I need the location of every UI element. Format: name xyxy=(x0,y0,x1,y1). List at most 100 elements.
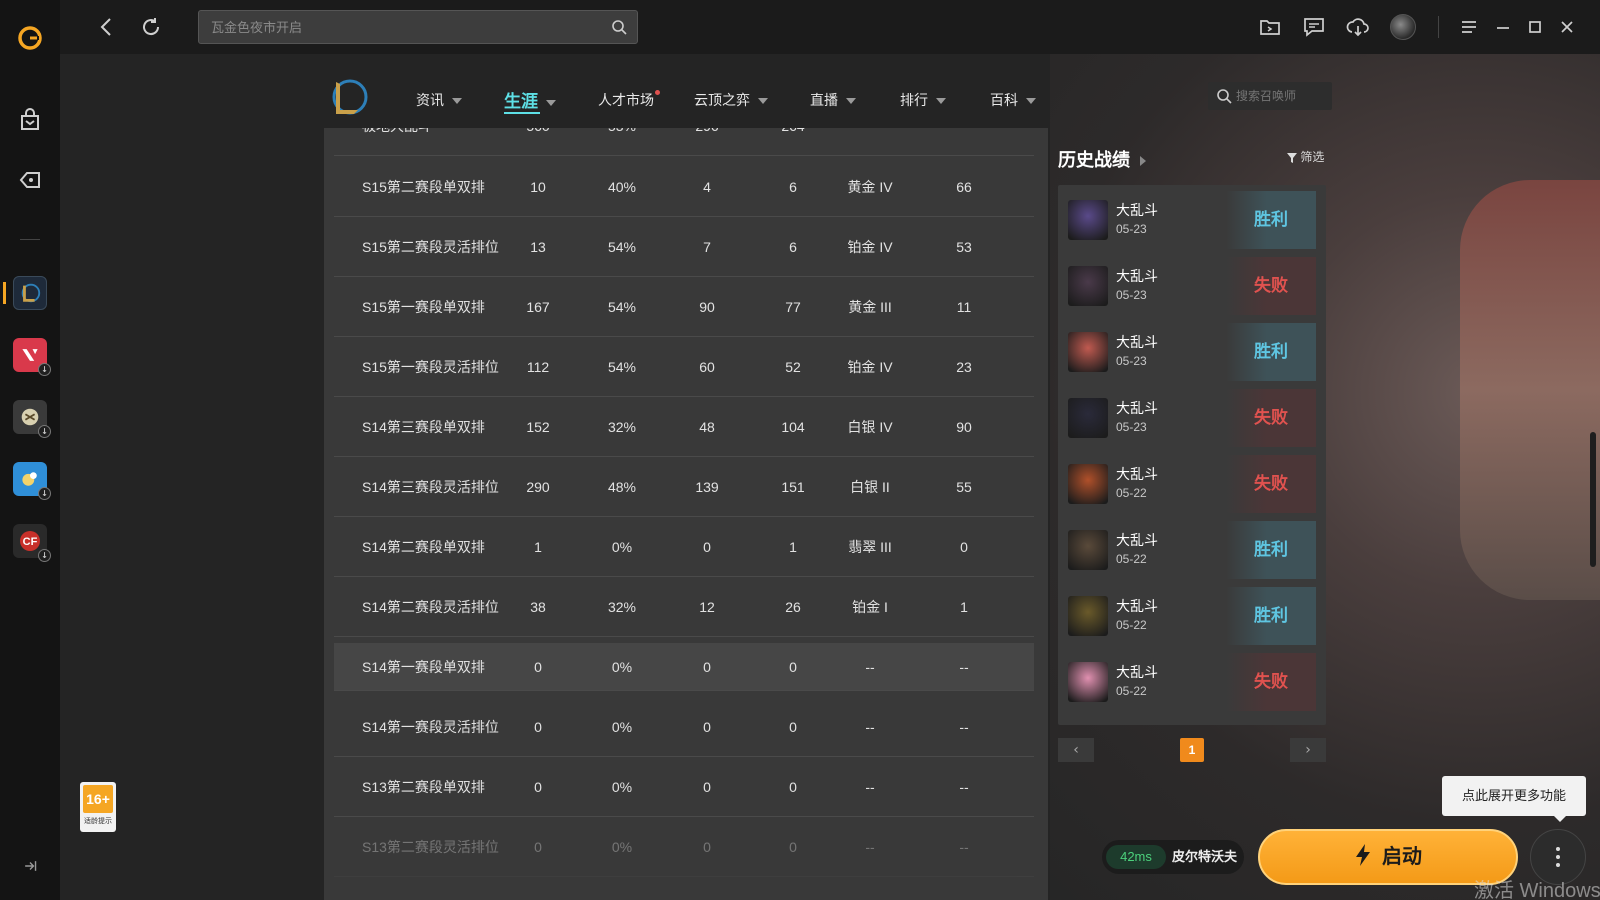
match-date: 05-23 xyxy=(1116,288,1147,302)
chevron-down-icon xyxy=(452,98,462,105)
match-date: 05-23 xyxy=(1116,354,1147,368)
stat-cell: 6 xyxy=(789,179,797,195)
stat-cell: -- xyxy=(865,719,875,735)
server-selector[interactable]: 42ms 皮尔特沃夫 xyxy=(1102,840,1244,874)
match-mode: 大乱斗 xyxy=(1116,334,1158,350)
champion-avatar xyxy=(1068,398,1108,438)
chevron-left-icon xyxy=(100,18,111,36)
folder-game-button[interactable] xyxy=(1258,15,1282,39)
season-name-cell: S15第二赛段灵活排位 xyxy=(362,239,499,255)
cf-game-icon[interactable]: CF ↓ xyxy=(13,524,51,562)
download-badge-icon: ↓ xyxy=(38,425,51,438)
stat-cell: 23 xyxy=(956,359,972,375)
history-title[interactable]: 历史战绩 xyxy=(1058,146,1146,172)
stat-cell: 53 xyxy=(956,239,972,255)
nav-live[interactable]: 直播 xyxy=(810,90,856,110)
season-name-cell: S14第二赛段灵活排位 xyxy=(362,599,499,615)
refresh-button[interactable] xyxy=(138,14,164,40)
match-history-item[interactable]: 大乱斗 05-22 胜利 xyxy=(1068,587,1316,645)
topbar-divider xyxy=(1438,16,1439,38)
champion-avatar xyxy=(1068,530,1108,570)
chat-icon xyxy=(1304,18,1324,37)
close-button[interactable] xyxy=(1556,16,1578,38)
stat-cell: 10 xyxy=(530,179,546,195)
stat-cell: 167 xyxy=(526,299,550,315)
match-history-item[interactable]: 大乱斗 05-22 失败 xyxy=(1068,455,1316,513)
game-tag-icon[interactable] xyxy=(10,160,50,200)
collapse-sidebar-icon[interactable] xyxy=(10,846,50,886)
minimize-button[interactable] xyxy=(1492,16,1514,38)
stat-cell: 黄金 IV xyxy=(847,179,893,195)
table-row: S15第二赛段灵活排位 13 54% 7 6 铂金 IV 53 xyxy=(334,217,1034,277)
stat-cell: 139 xyxy=(695,479,719,495)
age-rating-badge: 16+ 适龄提示 xyxy=(80,782,116,832)
stat-cell: 黄金 III xyxy=(848,299,892,315)
stat-cell: 66 xyxy=(956,179,972,195)
nav-wiki[interactable]: 百科 xyxy=(990,90,1036,110)
stat-cell: 52 xyxy=(785,359,801,375)
champion-avatar xyxy=(1068,596,1108,636)
menu-button[interactable] xyxy=(1458,16,1480,38)
chevron-down-icon xyxy=(758,98,768,105)
stat-cell: -- xyxy=(865,779,875,795)
tft-game-icon[interactable]: ↓ xyxy=(13,462,51,500)
download-button[interactable] xyxy=(1346,15,1370,39)
table-row: 极地大乱斗56053%296264---- xyxy=(334,128,1034,156)
app-logo-icon[interactable] xyxy=(10,18,50,58)
nav-ranking[interactable]: 排行 xyxy=(900,90,946,110)
table-row: S15第一赛段单双排 167 54% 90 77 黄金 III 11 xyxy=(334,277,1034,337)
shop-bag-icon[interactable] xyxy=(10,100,50,140)
table-row: S13第二赛段灵活排位 0 0% 0 0 -- -- xyxy=(334,817,1034,877)
match-history-item[interactable]: 大乱斗 05-23 胜利 xyxy=(1068,191,1316,249)
search-input[interactable] xyxy=(211,11,601,43)
match-history-item[interactable]: 大乱斗 05-23 胜利 xyxy=(1068,323,1316,381)
prev-page-button[interactable]: ‹ xyxy=(1058,738,1094,762)
match-history-item[interactable]: 大乱斗 05-22 胜利 xyxy=(1068,521,1316,579)
chevron-down-icon xyxy=(846,98,856,105)
page-number[interactable]: 1 xyxy=(1180,738,1204,762)
search-icon[interactable] xyxy=(611,19,627,35)
stat-cell: -- xyxy=(959,839,969,855)
summoner-search xyxy=(1208,82,1332,110)
match-mode: 大乱斗 xyxy=(1116,202,1158,218)
message-button[interactable] xyxy=(1302,15,1326,39)
stat-cell: 12 xyxy=(699,599,715,615)
stat-cell: 0 xyxy=(789,659,797,675)
stat-cell: 7 xyxy=(703,239,711,255)
nav-news[interactable]: 资讯 xyxy=(416,90,462,110)
lol-game-icon[interactable] xyxy=(13,276,47,310)
match-history-item[interactable]: 大乱斗 05-23 失败 xyxy=(1068,257,1316,315)
season-name-cell: S14第三赛段灵活排位 xyxy=(362,479,499,495)
season-name-cell: S15第二赛段单双排 xyxy=(362,179,485,195)
active-indicator xyxy=(3,282,6,304)
next-page-button[interactable]: › xyxy=(1290,738,1326,762)
stat-cell: 104 xyxy=(781,419,805,435)
stat-cell: 290 xyxy=(526,479,550,495)
match-history-item[interactable]: 大乱斗 05-22 失败 xyxy=(1068,653,1316,711)
back-button[interactable] xyxy=(94,14,120,40)
filter-button[interactable]: 筛选 xyxy=(1287,148,1324,165)
warrior-game-icon[interactable]: ↓ xyxy=(13,400,51,438)
season-name-cell: S15第一赛段灵活排位 xyxy=(362,359,499,375)
more-features-tooltip: 点此展开更多功能 xyxy=(1442,776,1586,816)
valorant-game-icon[interactable]: ↓ xyxy=(13,338,51,376)
stat-cell: 铂金 I xyxy=(852,599,888,615)
lol-logo-icon[interactable] xyxy=(328,76,368,118)
age-rating-number: 16+ xyxy=(83,785,113,813)
scrollbar-thumb[interactable] xyxy=(1590,432,1596,567)
nav-talent-market[interactable]: 人才市场 xyxy=(598,90,660,110)
stat-cell: 77 xyxy=(785,299,801,315)
stat-cell: 白银 II xyxy=(850,479,890,495)
nav-career[interactable]: 生涯 xyxy=(504,87,556,112)
user-avatar[interactable] xyxy=(1390,14,1416,40)
stat-cell: -- xyxy=(830,128,910,156)
download-badge-icon: ↓ xyxy=(38,487,51,500)
match-history-item[interactable]: 大乱斗 05-23 失败 xyxy=(1068,389,1316,447)
maximize-button[interactable] xyxy=(1524,16,1546,38)
more-vertical-icon xyxy=(1556,847,1560,867)
notification-dot xyxy=(655,90,660,95)
stat-cell: 0 xyxy=(534,779,542,795)
stat-cell: 53% xyxy=(582,128,662,156)
summoner-search-input[interactable] xyxy=(1236,82,1328,110)
nav-tft[interactable]: 云顶之弈 xyxy=(694,90,768,110)
